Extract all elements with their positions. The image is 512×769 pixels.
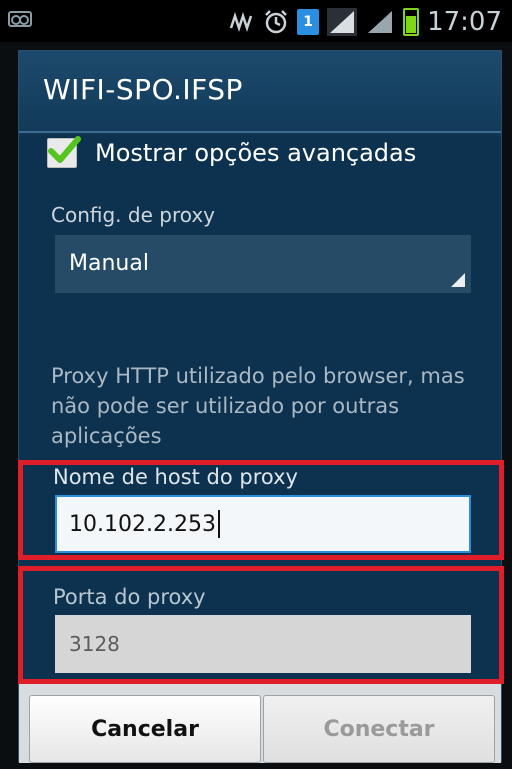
dialog-title: WIFI-SPO.IFSP (43, 73, 243, 106)
proxy-config-value: Manual (69, 251, 149, 276)
advanced-options-checkbox[interactable] (47, 136, 81, 168)
nfc-icon (229, 12, 253, 32)
dropdown-arrow-icon (451, 273, 465, 287)
connect-button[interactable]: Conectar (263, 695, 495, 763)
dialog-header: WIFI-SPO.IFSP (19, 51, 501, 133)
highlight-port-box (18, 566, 504, 684)
battery-icon (403, 8, 420, 36)
proxy-config-dropdown[interactable]: Manual (55, 235, 471, 293)
alarm-icon (265, 10, 287, 34)
sim-icon: 1 (297, 9, 320, 35)
proxy-config-label: Config. de proxy (51, 203, 216, 227)
status-bar: 1 17:07 (0, 0, 512, 42)
status-time: 17:07 (427, 7, 502, 37)
signal-icon (327, 8, 358, 36)
checkmark-icon (48, 136, 81, 163)
signal-bars-icon (368, 11, 393, 33)
advanced-options-row[interactable]: Mostrar opções avançadas (47, 135, 416, 171)
dialog-button-bar: Cancelar Conectar (19, 683, 501, 763)
advanced-options-label: Mostrar opções avançadas (95, 139, 417, 167)
highlight-host-box (18, 460, 504, 560)
cancel-button[interactable]: Cancelar (29, 695, 261, 763)
voicemail-icon (8, 11, 32, 27)
proxy-info-text: Proxy HTTP utilizado pelo browser, mas n… (51, 364, 465, 448)
